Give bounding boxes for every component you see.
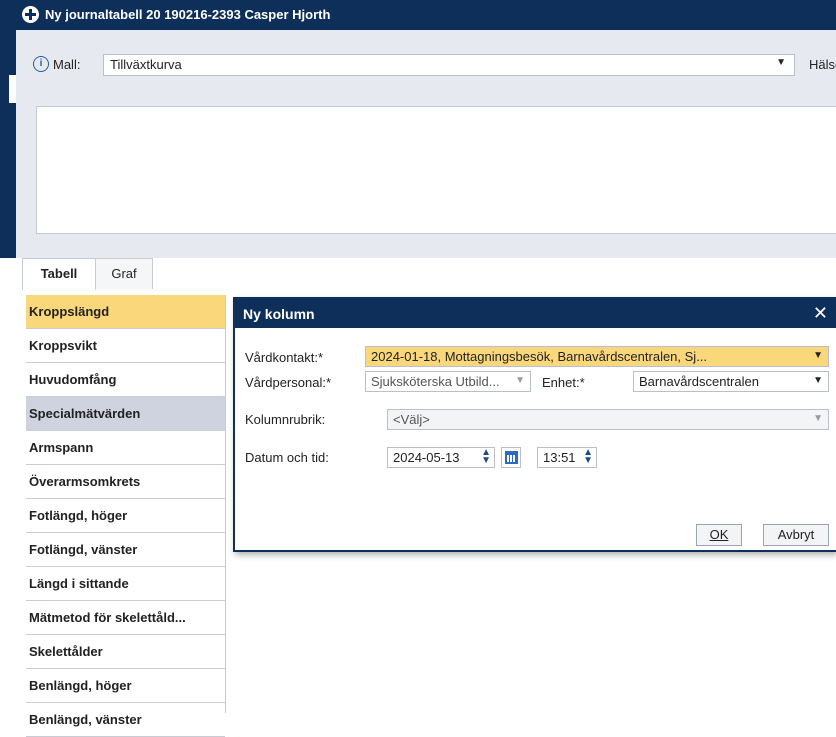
time-input[interactable]: 13:51 ▲ ▼ [537, 447, 597, 468]
chevron-down-icon: ▼ [515, 375, 525, 386]
sidebar-item-kroppsvikt[interactable]: Kroppsvikt [26, 329, 225, 363]
calendar-button[interactable] [501, 447, 521, 468]
dialog-titlebar: Ny kolumn ✕ [235, 299, 836, 328]
notes-textarea[interactable] [36, 106, 836, 234]
left-edge-strip [0, 0, 16, 713]
vardpersonal-select[interactable]: Sjuksköterska Utbild... ▼ [365, 371, 531, 392]
chevron-down-icon: ▼ [813, 413, 823, 424]
calendar-icon [505, 451, 518, 464]
mall-label: Mall: [53, 57, 81, 72]
ok-button[interactable]: OK [696, 524, 742, 546]
window-title: Ny journaltabell 20 190216-2393 Casper H… [45, 7, 331, 22]
chevron-down-icon: ▼ [813, 350, 823, 361]
tab-graf[interactable]: Graf [95, 258, 153, 289]
sidebar-item-benlangd-vanster[interactable]: Benlängd, vänster [26, 703, 225, 737]
vardkontakt-select[interactable]: 2024-01-18, Mottagningsbesök, Barnavårds… [365, 346, 829, 367]
parameter-sidebar: Kroppslängd Kroppsvikt Huvudomfång Speci… [26, 295, 225, 737]
vardpersonal-label: Vårdpersonal:* [245, 375, 331, 390]
sidebar-item-fotlangd-vanster[interactable]: Fotlängd, vänster [26, 533, 225, 567]
sidebar-item-langd-i-sittande[interactable]: Längd i sittande [26, 567, 225, 601]
mall-bar: i Mall: Tillväxtkurva ▼ Hälsoåre [16, 30, 836, 98]
sidebar-item-overarmsomkrets[interactable]: Överarmsomkrets [26, 465, 225, 499]
enhet-label: Enhet:* [542, 375, 585, 390]
window-titlebar: Ny journaltabell 20 190216-2393 Casper H… [16, 0, 836, 30]
sidebar-item-huvudomfang[interactable]: Huvudomfång [26, 363, 225, 397]
vardkontakt-value: 2024-01-18, Mottagningsbesök, Barnavårds… [371, 349, 708, 364]
time-value: 13:51 [543, 450, 576, 465]
tabs-row: Tabell Graf [16, 258, 836, 291]
left-edge-dark [0, 0, 16, 258]
vardpersonal-value: Sjuksköterska Utbild... [371, 374, 500, 389]
chevron-down-icon: ▼ [813, 375, 823, 386]
notes-area [16, 98, 836, 258]
sidebar-group-specialmatvarden[interactable]: Specialmätvärden [26, 397, 225, 431]
kolumnrubrik-value: <Välj> [393, 412, 430, 427]
ok-button-label: OK [709, 527, 729, 542]
sidebar-item-fotlangd-hoger[interactable]: Fotlängd, höger [26, 499, 225, 533]
close-icon[interactable]: ✕ [813, 303, 828, 324]
sidebar-border [225, 295, 226, 713]
sidebar-item-skeletalder[interactable]: Skelettålder [26, 635, 225, 669]
date-input[interactable]: 2024-05-13 ▲ ▼ [387, 447, 495, 468]
info-icon[interactable]: i [33, 56, 49, 72]
enhet-value: Barnavårdscentralen [639, 374, 759, 389]
chevron-down-icon: ▼ [776, 57, 786, 68]
kolumnrubrik-select[interactable]: <Välj> ▼ [387, 409, 829, 430]
sidebar-item-matmetod-skeletalder[interactable]: Mätmetod för skelettåld... [26, 601, 225, 635]
enhet-select[interactable]: Barnavårdscentralen ▼ [633, 371, 829, 392]
ny-kolumn-dialog: Ny kolumn ✕ Vårdkontakt:* 2024-01-18, Mo… [233, 297, 836, 552]
time-spinner-icon[interactable]: ▲ ▼ [583, 448, 593, 466]
halsoar-label: Hälsoåre [809, 57, 836, 72]
dialog-title: Ny kolumn [243, 306, 315, 322]
datum-label: Datum och tid: [245, 450, 329, 465]
cancel-button[interactable]: Avbryt [763, 524, 829, 546]
date-value: 2024-05-13 [393, 450, 460, 465]
left-edge-mark [9, 75, 16, 103]
sidebar-item-kroppslangd[interactable]: Kroppslängd [26, 295, 225, 329]
plus-circle-icon [22, 6, 39, 23]
vardkontakt-label: Vårdkontakt:* [245, 350, 324, 365]
mall-select-value: Tillväxtkurva [110, 57, 182, 72]
tab-tabell[interactable]: Tabell [22, 258, 96, 291]
date-spinner-icon[interactable]: ▲ ▼ [481, 448, 491, 466]
sidebar-item-benlangd-hoger[interactable]: Benlängd, höger [26, 669, 225, 703]
sidebar-item-armspann[interactable]: Armspann [26, 431, 225, 465]
mall-select[interactable]: Tillväxtkurva ▼ [103, 54, 795, 76]
kolumnrubrik-label: Kolumnrubrik: [245, 412, 326, 427]
